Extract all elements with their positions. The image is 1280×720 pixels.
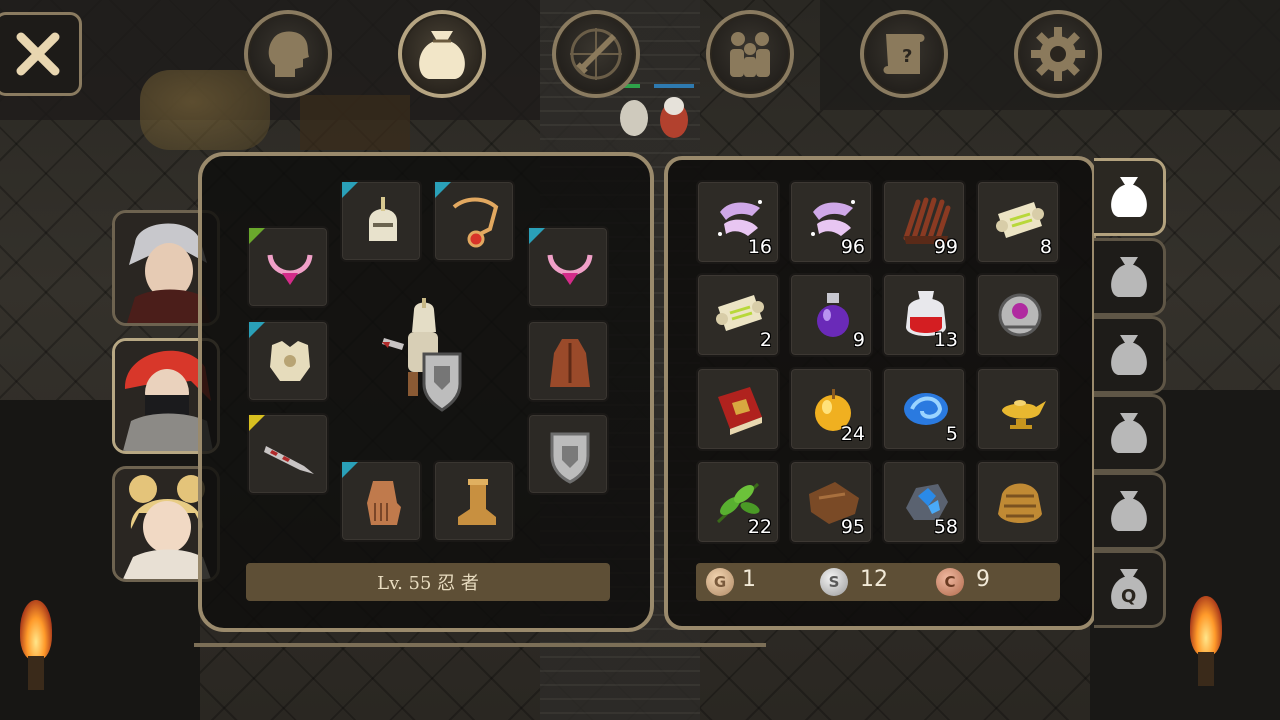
inventory-slot[interactable]: 5	[882, 367, 966, 451]
item-quantity: 5	[945, 423, 958, 445]
bag-tab-2[interactable]	[1094, 238, 1166, 316]
bag-icon	[1110, 335, 1147, 375]
shield-icon	[550, 432, 590, 484]
gold-coin-icon: G	[706, 568, 734, 596]
character-preview-sprite	[382, 298, 462, 412]
gear-icon	[1031, 27, 1085, 81]
close-icon	[16, 32, 60, 76]
menu-inventory-button[interactable]	[398, 10, 486, 98]
quest-bag-letter: Q	[1121, 586, 1136, 607]
equip-slot-helmet[interactable]	[340, 180, 422, 262]
scroll-question-icon: ?	[883, 34, 925, 74]
item-quantity: 13	[933, 329, 958, 351]
character-level-label: Lv. 55 忍 者	[246, 563, 610, 601]
torch-icon	[1178, 596, 1234, 686]
gold-amount: 1	[742, 567, 756, 592]
boot-icon	[458, 479, 496, 525]
quest-bag-icon: Q	[1110, 569, 1147, 609]
bag-icon	[1110, 177, 1147, 217]
bag-tab-quest[interactable]: Q	[1094, 550, 1166, 628]
equip-slot-boots[interactable]	[433, 460, 515, 542]
equip-slot-amulet[interactable]	[433, 180, 515, 262]
gold-wrap-icon	[998, 483, 1042, 523]
menu-quest-button[interactable]: ?	[860, 10, 948, 98]
bag-tab-5[interactable]	[1094, 472, 1166, 550]
item-quantity: 2	[759, 329, 772, 351]
menu-settings-button[interactable]	[1014, 10, 1102, 98]
inventory-slot[interactable]	[976, 367, 1060, 451]
cloak-icon	[550, 339, 590, 387]
bag-icon	[419, 31, 465, 79]
divider	[194, 643, 766, 647]
item-quantity: 24	[840, 423, 865, 445]
silver-amount: 12	[860, 567, 888, 592]
inventory-slot[interactable]: 9	[789, 273, 873, 357]
torch-icon	[8, 600, 64, 690]
wooden-crate	[300, 95, 410, 150]
menu-party-button[interactable]	[706, 10, 794, 98]
copper-amount: 9	[976, 567, 990, 592]
inventory-slot[interactable]: 8	[976, 180, 1060, 264]
helmet-icon	[369, 197, 397, 241]
copper-coin-icon: C	[936, 568, 964, 596]
close-button[interactable]	[0, 12, 82, 96]
bag-tab-1[interactable]	[1094, 158, 1166, 236]
amulet-chain-icon	[452, 197, 499, 248]
dagger-icon	[264, 446, 314, 474]
ruby-necklace-icon	[267, 254, 313, 285]
equip-slot-cloak[interactable]	[527, 320, 609, 402]
item-quantity: 9	[852, 329, 865, 351]
inventory-slot[interactable]: 95	[789, 460, 873, 544]
item-quantity: 99	[933, 236, 958, 258]
menu-character-button[interactable]	[244, 10, 332, 98]
inventory-slot[interactable]: 99	[882, 180, 966, 264]
svg-text:?: ?	[902, 46, 912, 67]
inventory-slot[interactable]	[696, 367, 780, 451]
inventory-slot[interactable]	[976, 273, 1060, 357]
equip-slot-necklace-left[interactable]	[247, 226, 329, 308]
equip-slot-armor[interactable]	[247, 320, 329, 402]
armor-icon	[270, 341, 310, 381]
magic-lamp-icon	[1002, 400, 1046, 429]
equip-slot-shield[interactable]	[527, 413, 609, 495]
inventory-slot[interactable]: 16	[696, 180, 780, 264]
head-icon	[268, 31, 309, 77]
item-quantity: 16	[747, 236, 772, 258]
currency-bar: G 1 S 12 C 9	[696, 563, 1060, 601]
item-quantity: 8	[1039, 236, 1052, 258]
equip-slot-weapon[interactable]	[247, 413, 329, 495]
item-quantity: 95	[840, 516, 865, 538]
sword-compass-icon	[570, 28, 622, 80]
ruby-necklace-icon	[547, 254, 593, 285]
people-icon	[730, 32, 770, 77]
bag-icon	[1110, 257, 1147, 297]
hay-sacks	[140, 70, 270, 150]
ornate-orb-icon	[998, 293, 1042, 337]
red-book-icon	[718, 387, 762, 435]
inventory-slot[interactable]: 22	[696, 460, 780, 544]
silver-coin-icon: S	[820, 568, 848, 596]
equip-slot-gloves[interactable]	[340, 460, 422, 542]
item-quantity: 22	[747, 516, 772, 538]
bag-icon	[1110, 491, 1147, 531]
inventory-slot[interactable]: 2	[696, 273, 780, 357]
inventory-slot[interactable]: 13	[882, 273, 966, 357]
equip-slot-necklace-right[interactable]	[527, 226, 609, 308]
glove-icon	[367, 481, 401, 525]
item-quantity: 96	[840, 236, 865, 258]
bag-icon	[1110, 413, 1147, 453]
inventory-slot[interactable]: 96	[789, 180, 873, 264]
bag-tab-3[interactable]	[1094, 316, 1166, 394]
inventory-slot[interactable]: 58	[882, 460, 966, 544]
item-quantity: 58	[933, 516, 958, 538]
inventory-slot[interactable]: 24	[789, 367, 873, 451]
menu-skills-button[interactable]	[552, 10, 640, 98]
bag-tab-4[interactable]	[1094, 394, 1166, 472]
inventory-slot[interactable]	[976, 460, 1060, 544]
